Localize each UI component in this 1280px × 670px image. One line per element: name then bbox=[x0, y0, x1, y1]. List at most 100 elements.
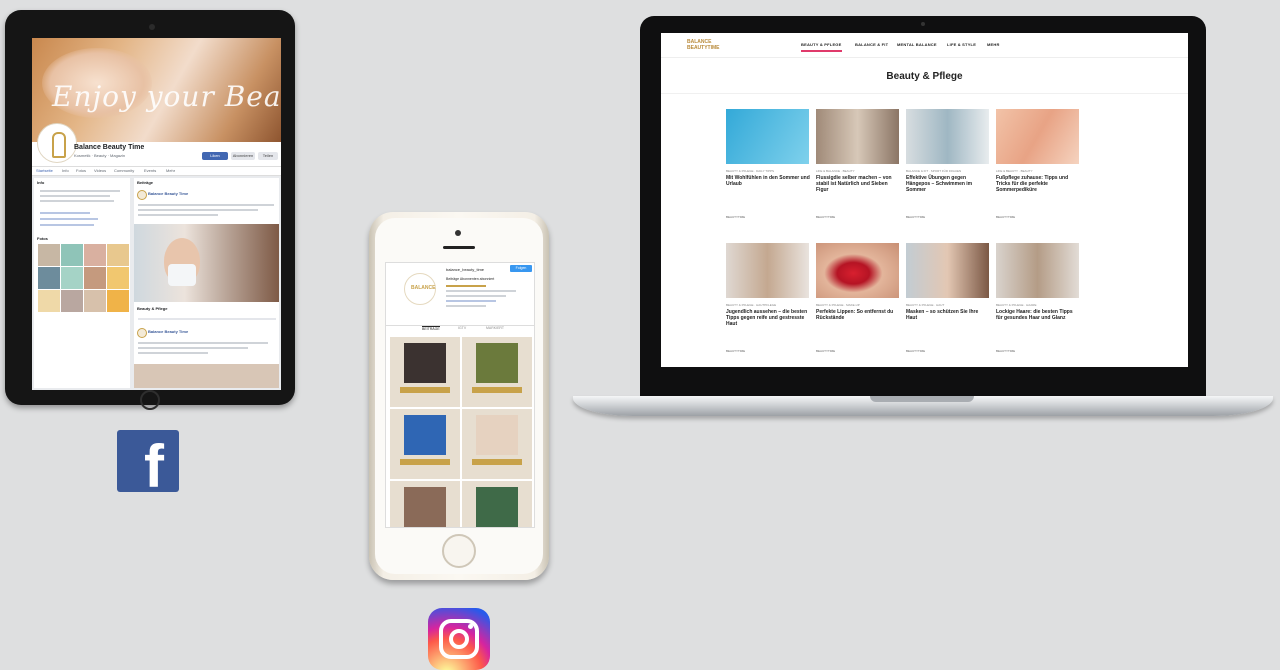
article-title[interactable]: Fußpflege zuhause: Tipps und Tricks für … bbox=[996, 175, 1080, 193]
photo-thumb[interactable] bbox=[84, 244, 106, 266]
instagram-post-tile[interactable] bbox=[390, 337, 460, 407]
post-avatar[interactable] bbox=[137, 190, 147, 200]
feed-heading: Beiträge bbox=[137, 180, 154, 185]
article-meta: BEAUTYTIME bbox=[726, 349, 746, 353]
follow-button[interactable]: Abonnieren bbox=[231, 152, 255, 160]
link-line[interactable] bbox=[40, 224, 94, 226]
text-line bbox=[138, 204, 274, 206]
facebook-page-screen: Enjoy your Beauty Balance Beauty Time Ko… bbox=[32, 38, 281, 390]
instagram-post-tile[interactable] bbox=[390, 481, 460, 527]
nav-beauty-pflege[interactable]: BEAUTY & PFLEGE bbox=[801, 42, 842, 52]
nav-more[interactable]: MEHR bbox=[987, 42, 1000, 47]
article-image[interactable] bbox=[816, 109, 899, 164]
like-button[interactable]: Liken bbox=[202, 152, 228, 160]
article-category: LIFE & BEAUTY · BEAUTY bbox=[996, 169, 1033, 173]
photo-thumb[interactable] bbox=[38, 267, 60, 289]
article-title[interactable]: Jugendlich aussehen – die besten Tipps g… bbox=[726, 309, 810, 327]
tab-igtv[interactable]: IGTV bbox=[458, 326, 466, 330]
instagram-post-tile[interactable] bbox=[390, 409, 460, 479]
facebook-icon[interactable]: f bbox=[117, 430, 179, 492]
article-title[interactable]: Effektive Übungen gegen Hängepos – Schwi… bbox=[906, 175, 990, 193]
instagram-follow-button[interactable]: Folgen bbox=[510, 265, 532, 272]
article-meta: BEAUTYTIME bbox=[816, 215, 836, 219]
post-link-title[interactable]: Beauty & Pflege bbox=[137, 306, 167, 311]
article-title[interactable]: Masken – so schützen Sie Ihre Haut bbox=[906, 309, 990, 321]
text-line bbox=[138, 209, 258, 211]
tab-events[interactable]: Events bbox=[144, 168, 156, 173]
photo-thumb[interactable] bbox=[107, 267, 129, 289]
tab-photos[interactable]: Fotos bbox=[76, 168, 86, 173]
photo-mask bbox=[168, 264, 196, 286]
tile-caption bbox=[400, 387, 450, 393]
photo-thumb[interactable] bbox=[107, 244, 129, 266]
tablet-home-button[interactable] bbox=[140, 390, 160, 410]
photo-thumb[interactable] bbox=[61, 290, 83, 312]
instagram-avatar[interactable]: BALANCE bbox=[404, 273, 436, 305]
post-author[interactable]: Balance Beauty Time bbox=[148, 329, 188, 334]
link-line[interactable] bbox=[446, 300, 496, 302]
tab-info[interactable]: Info bbox=[62, 168, 69, 173]
link-line[interactable] bbox=[40, 212, 90, 214]
instagram-icon[interactable] bbox=[428, 608, 490, 670]
photo-thumb[interactable] bbox=[38, 244, 60, 266]
photo-thumb[interactable] bbox=[61, 244, 83, 266]
tab-home[interactable]: Startseite bbox=[36, 168, 53, 173]
instagram-lens bbox=[449, 629, 469, 649]
nav-life-style[interactable]: LIFE & STYLE bbox=[947, 42, 976, 47]
phone-device: BALANCE balance_beauty_time Folgen Beitr… bbox=[369, 212, 549, 580]
instagram-post-tile[interactable] bbox=[462, 337, 532, 407]
website-logo[interactable]: BALANCE BEAUTYTIME bbox=[687, 39, 720, 51]
instagram-post-tile[interactable] bbox=[462, 481, 532, 527]
tab-posts[interactable]: BEITRÄGE bbox=[422, 326, 440, 331]
laptop-camera bbox=[921, 22, 925, 26]
tab-more[interactable]: Mehr bbox=[166, 168, 175, 173]
instagram-stats: Beiträge Abonnenten abonniert bbox=[446, 277, 495, 281]
tab-tagged[interactable]: MARKIERT bbox=[486, 326, 504, 330]
share-button[interactable]: Teilen bbox=[258, 152, 278, 160]
article-category: BALANCE & FIT · SPORT FÜR FRAUEN bbox=[906, 169, 962, 173]
page-subtitle: Kosmetik · Beauty · Magazin bbox=[74, 153, 126, 158]
link-line[interactable] bbox=[40, 218, 98, 220]
article-title[interactable]: Mit Wohlfühlen in den Sommer und Urlaub bbox=[726, 175, 810, 187]
title-divider bbox=[661, 93, 1188, 94]
post-photo[interactable] bbox=[134, 364, 279, 388]
logo-line-2: BEAUTYTIME bbox=[687, 45, 720, 51]
article-image[interactable] bbox=[726, 243, 809, 298]
article-title[interactable]: Lockige Haare: die besten Tipps für gesu… bbox=[996, 309, 1080, 321]
phone-camera bbox=[455, 230, 461, 236]
photo-thumb[interactable] bbox=[84, 267, 106, 289]
tab-videos[interactable]: Videos bbox=[94, 168, 106, 173]
nav-balance-fit[interactable]: BALANCE & FIT bbox=[855, 42, 888, 47]
nav-mental-balance[interactable]: MENTAL BALANCE bbox=[897, 42, 937, 47]
page-avatar[interactable] bbox=[38, 124, 76, 162]
post-author[interactable]: Balance Beauty Time bbox=[148, 191, 188, 196]
laptop-notch bbox=[870, 396, 974, 402]
article-image[interactable] bbox=[996, 109, 1079, 164]
avatar-text: BALANCE bbox=[411, 285, 436, 291]
post-avatar[interactable] bbox=[137, 328, 147, 338]
article-image[interactable] bbox=[906, 243, 989, 298]
page-title: Beauty & Pflege bbox=[886, 71, 963, 82]
facebook-f-glyph: f bbox=[144, 433, 164, 493]
article-image[interactable] bbox=[726, 109, 809, 164]
facebook-feed: Beiträge Balance Beauty Time Beauty & Pf… bbox=[134, 178, 279, 388]
tile-caption bbox=[400, 459, 450, 465]
tab-community[interactable]: Community bbox=[114, 168, 134, 173]
tile-caption bbox=[472, 459, 522, 465]
article-image[interactable] bbox=[816, 243, 899, 298]
article-title[interactable]: Perfekte Lippen: So entfernst du Rückstä… bbox=[816, 309, 900, 321]
tile-photo bbox=[476, 343, 518, 383]
text-line bbox=[40, 190, 120, 192]
post-photo[interactable] bbox=[134, 224, 279, 302]
photo-thumb[interactable] bbox=[38, 290, 60, 312]
tile-photo bbox=[404, 343, 446, 383]
article-image[interactable] bbox=[906, 109, 989, 164]
phone-home-button[interactable] bbox=[442, 534, 476, 568]
article-meta: BEAUTYTIME bbox=[996, 349, 1016, 353]
article-title[interactable]: Flussigdie selber machen – von stabil is… bbox=[816, 175, 900, 193]
photo-thumb[interactable] bbox=[61, 267, 83, 289]
article-image[interactable] bbox=[996, 243, 1079, 298]
photo-thumb[interactable] bbox=[107, 290, 129, 312]
photo-thumb[interactable] bbox=[84, 290, 106, 312]
instagram-post-tile[interactable] bbox=[462, 409, 532, 479]
